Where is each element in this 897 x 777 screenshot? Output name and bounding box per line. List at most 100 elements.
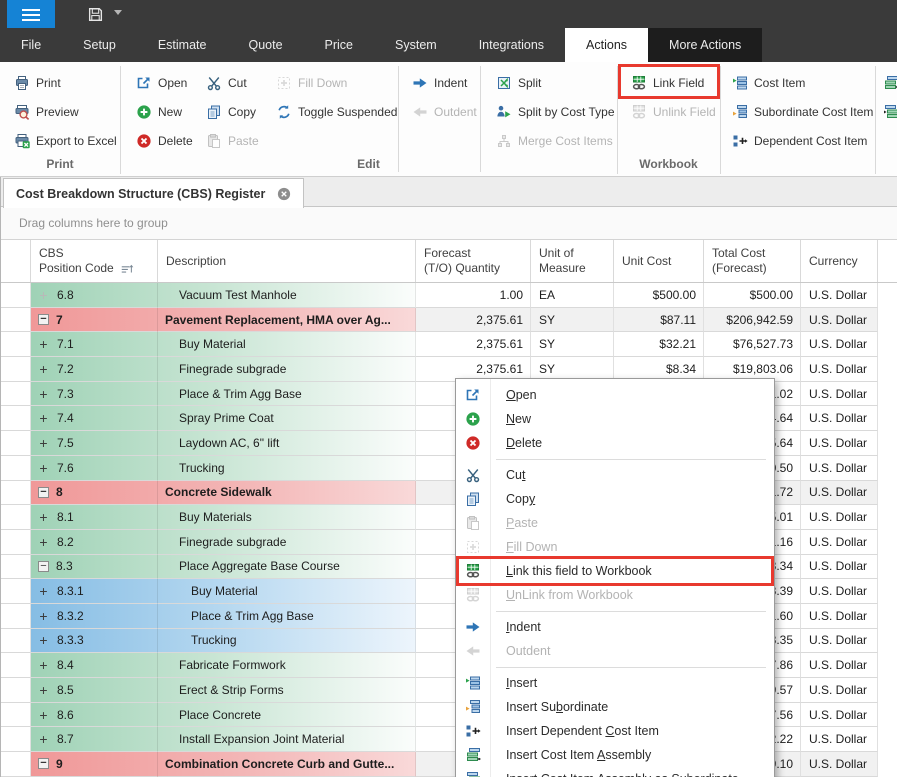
cell-total_cost[interactable]: $500.00 <box>704 283 801 308</box>
cell-desc[interactable]: Concrete Sidewalk <box>158 481 416 506</box>
tab-close-icon[interactable] <box>277 187 291 201</box>
menu-tab-actions[interactable]: Actions <box>565 28 648 62</box>
ribbon-button-clipped-1[interactable] <box>879 97 897 126</box>
column-header-unit_cost[interactable]: Unit Cost <box>614 240 704 282</box>
ribbon-button-export-to-excel[interactable]: Export to Excel <box>10 126 121 155</box>
cell-unit_cost[interactable]: $500.00 <box>614 283 704 308</box>
cell-qty[interactable]: 1.00 <box>416 283 531 308</box>
column-header-total_cost[interactable]: Total Cost(Forecast) <box>704 240 801 282</box>
menu-tab-integrations[interactable]: Integrations <box>458 28 565 62</box>
cell-code[interactable]: −9 <box>31 752 158 777</box>
ribbon-button-split[interactable]: Split <box>492 68 619 97</box>
ribbon-button-indent[interactable]: Indent <box>408 68 481 97</box>
cell-code[interactable]: −8.3 <box>31 555 158 580</box>
column-header-code[interactable]: CBSPosition Code <box>31 240 158 282</box>
expand-icon[interactable]: + <box>37 386 50 402</box>
cell-code[interactable]: +8.1 <box>31 505 158 530</box>
context-menu-item-insert-cost-item-assembly[interactable]: Insert Cost Item Assembly <box>456 743 774 767</box>
cell-code[interactable]: −8 <box>31 481 158 506</box>
cell-desc[interactable]: Finegrade subgrade <box>158 357 416 382</box>
context-menu-item-copy[interactable]: Copy <box>456 487 774 511</box>
ribbon-button-copy[interactable]: Copy <box>202 97 263 126</box>
cell-currency[interactable]: U.S. Dollar <box>801 678 878 703</box>
cell-code[interactable]: +7.2 <box>31 357 158 382</box>
save-dropdown-caret[interactable] <box>114 10 122 15</box>
cell-desc[interactable]: Fabricate Formwork <box>158 653 416 678</box>
ribbon-button-dependent-cost-item[interactable]: Dependent Cost Item <box>728 126 877 155</box>
cell-currency[interactable]: U.S. Dollar <box>801 505 878 530</box>
cell-code[interactable]: +8.5 <box>31 678 158 703</box>
collapse-icon[interactable]: − <box>38 314 49 325</box>
ribbon-button-new[interactable]: New <box>132 97 197 126</box>
cell-uom[interactable]: EA <box>531 283 614 308</box>
cell-desc[interactable]: Combination Concrete Curb and Gutte... <box>158 752 416 777</box>
cell-uom[interactable]: SY <box>531 332 614 357</box>
expand-icon[interactable]: + <box>37 361 50 377</box>
cell-code[interactable]: +6.8 <box>31 283 158 308</box>
expand-icon[interactable]: + <box>37 509 50 525</box>
context-menu-item-indent[interactable]: Indent <box>456 615 774 639</box>
cell-currency[interactable]: U.S. Dollar <box>801 579 878 604</box>
expand-icon[interactable]: + <box>37 583 50 599</box>
context-menu-item-new[interactable]: New <box>456 407 774 431</box>
menu-tab-price[interactable]: Price <box>304 28 374 62</box>
collapse-icon[interactable]: − <box>38 758 49 769</box>
table-row[interactable]: +7.1Buy Material2,375.61SY$32.21$76,527.… <box>1 332 897 357</box>
collapse-icon[interactable]: − <box>38 487 49 498</box>
context-menu-item-insert-dependent-cost-item[interactable]: Insert Dependent Cost Item <box>456 719 774 743</box>
expand-icon[interactable]: + <box>37 731 50 747</box>
ribbon-button-subordinate-cost-item[interactable]: Subordinate Cost Item <box>728 97 877 126</box>
cell-currency[interactable]: U.S. Dollar <box>801 406 878 431</box>
cell-currency[interactable]: U.S. Dollar <box>801 727 878 752</box>
column-header-uom[interactable]: Unit ofMeasure <box>531 240 614 282</box>
cell-desc[interactable]: Buy Material <box>158 579 416 604</box>
ribbon-button-toggle-suspended[interactable]: Toggle Suspended <box>272 97 401 126</box>
context-menu-item-insert-subordinate[interactable]: Insert Subordinate <box>456 695 774 719</box>
cell-desc[interactable]: Place & Trim Agg Base <box>158 382 416 407</box>
ribbon-button-clipped-0[interactable] <box>879 68 897 97</box>
context-menu-item-insert-cost-item-assembly-as-subordinate[interactable]: Insert Cost Item Assembly as Subordinate <box>456 767 774 777</box>
group-by-panel[interactable]: Drag columns here to group <box>1 207 897 240</box>
cell-qty[interactable]: 2,375.61 <box>416 308 531 333</box>
cell-code[interactable]: +8.3.3 <box>31 629 158 654</box>
cell-desc[interactable]: Install Expansion Joint Material <box>158 727 416 752</box>
menu-tab-system[interactable]: System <box>374 28 458 62</box>
expand-icon[interactable]: + <box>37 707 50 723</box>
cell-code[interactable]: +7.4 <box>31 406 158 431</box>
cell-currency[interactable]: U.S. Dollar <box>801 357 878 382</box>
ribbon-button-print[interactable]: Print <box>10 68 121 97</box>
cell-unit_cost[interactable]: $87.11 <box>614 308 704 333</box>
collapse-icon[interactable]: − <box>38 561 49 572</box>
expand-icon[interactable]: + <box>37 435 50 451</box>
ribbon-button-cost-item[interactable]: Cost Item <box>728 68 877 97</box>
cell-desc[interactable]: Pavement Replacement, HMA over Ag... <box>158 308 416 333</box>
cell-code[interactable]: +7.1 <box>31 332 158 357</box>
cell-currency[interactable]: U.S. Dollar <box>801 653 878 678</box>
cell-currency[interactable]: U.S. Dollar <box>801 752 878 777</box>
cell-uom[interactable]: SY <box>531 308 614 333</box>
menu-tab-file[interactable]: File <box>0 28 62 62</box>
cell-desc[interactable]: Erect & Strip Forms <box>158 678 416 703</box>
cell-desc[interactable]: Buy Materials <box>158 505 416 530</box>
cell-desc[interactable]: Place Concrete <box>158 703 416 728</box>
expand-icon[interactable]: + <box>37 460 50 476</box>
cell-desc[interactable]: Vacuum Test Manhole <box>158 283 416 308</box>
ribbon-button-preview[interactable]: Preview <box>10 97 121 126</box>
expand-icon[interactable]: + <box>37 608 50 624</box>
cell-code[interactable]: +8.3.1 <box>31 579 158 604</box>
expand-icon[interactable]: + <box>37 336 50 352</box>
table-row[interactable]: +6.8Vacuum Test Manhole1.00EA$500.00$500… <box>1 283 897 308</box>
cell-code[interactable]: +8.3.2 <box>31 604 158 629</box>
menu-tab-setup[interactable]: Setup <box>62 28 137 62</box>
cell-total_cost[interactable]: $76,527.73 <box>704 332 801 357</box>
context-menu-item-insert[interactable]: Insert <box>456 671 774 695</box>
cell-code[interactable]: +7.3 <box>31 382 158 407</box>
cell-code[interactable]: +7.6 <box>31 456 158 481</box>
context-menu-item-cut[interactable]: Cut <box>456 463 774 487</box>
expand-icon[interactable]: + <box>37 682 50 698</box>
cell-currency[interactable]: U.S. Dollar <box>801 481 878 506</box>
ribbon-button-cut[interactable]: Cut <box>202 68 263 97</box>
cell-currency[interactable]: U.S. Dollar <box>801 308 878 333</box>
cell-code[interactable]: +8.2 <box>31 530 158 555</box>
expand-icon[interactable]: + <box>37 657 50 673</box>
